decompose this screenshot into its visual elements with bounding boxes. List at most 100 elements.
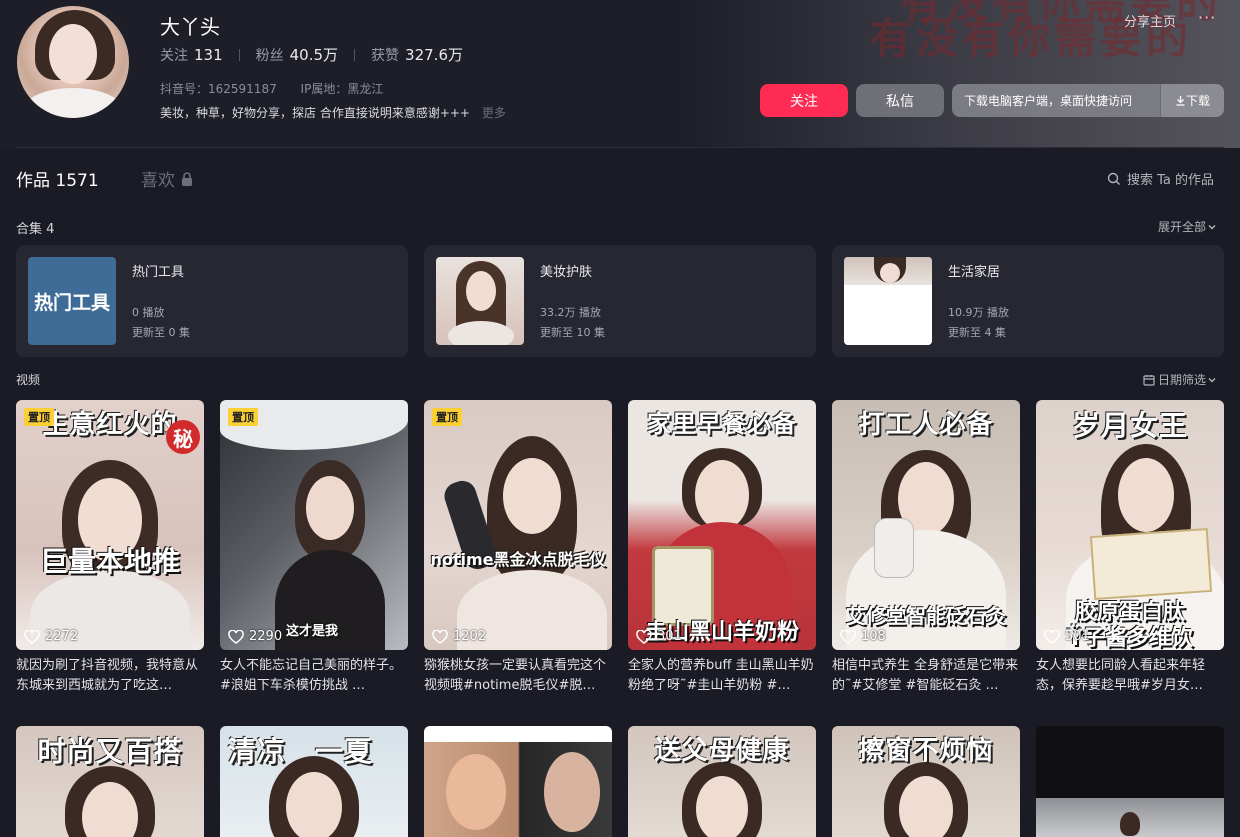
video-description[interactable]: 全家人的营养buff 圭山黑山羊奶粉绝了呀˜#圭山羊奶粉 #… [628, 656, 816, 696]
video-likes-count: 2290 [249, 629, 283, 644]
collection-updated: 更新至 10 集 [540, 326, 605, 339]
video-description[interactable]: 相信中式养生 全身舒适是它带来的˜#艾修堂 #智能砭石灸 … [832, 656, 1020, 696]
collection-updated: 更新至 4 集 [948, 326, 1006, 339]
collection-card[interactable]: 美妆护肤 33.2万 播放 更新至 10 集 [424, 245, 816, 357]
collection-plays: 10.9万 播放 [948, 306, 1009, 319]
video-caption-top: 清凉 一夏 [228, 735, 374, 768]
video-thumbnail[interactable]: 这才是我 置顶 2290 [220, 400, 408, 650]
collection-plays: 33.2万 播放 [540, 306, 601, 319]
date-filter-button[interactable]: 日期筛选 [1143, 371, 1218, 388]
stats-divider [238, 48, 240, 61]
video-card[interactable]: notime黑金冰点脱毛仪 置顶 1202 猕猴桃女孩一定要认真看完这个视频哦#… [424, 400, 612, 696]
video-caption-mid: 巨量本地推 [39, 545, 180, 578]
video-thumbnail[interactable]: 生意红火的 秘 巨量本地推 置顶 2272 [16, 400, 204, 650]
heart-icon [636, 629, 652, 644]
followers-label[interactable]: 粉丝 [256, 45, 284, 65]
video-card[interactable]: 送父母健康 [628, 726, 816, 837]
calendar-icon [1143, 374, 1155, 386]
tab-likes[interactable]: 喜欢 [141, 166, 193, 191]
video-thumbnail[interactable]: notime黑金冰点脱毛仪 置顶 1202 [424, 400, 612, 650]
heart-icon [24, 629, 40, 644]
follow-button[interactable]: 关注 [760, 84, 848, 117]
collection-updated: 更新至 0 集 [132, 326, 190, 339]
download-label: 下载 [1185, 94, 1210, 108]
profile-stats: 关注 131 粉丝 40.5万 获赞 327.6万 [160, 44, 463, 65]
video-description[interactable]: 女人想要比同龄人看起来年轻态，保养要趁早哦#岁月女… [1036, 656, 1224, 696]
profile-ids: 抖音号：162591187 IP属地：黑龙江 [160, 80, 383, 97]
video-likes-count: 301 [657, 629, 682, 644]
collection-thumbnail [844, 257, 932, 345]
video-thumbnail[interactable]: 送父母健康 [628, 726, 816, 837]
heart-icon [840, 629, 856, 644]
video-likes-count: 108 [861, 629, 886, 644]
bio-more-link[interactable]: 更多 [482, 106, 506, 120]
avatar[interactable] [17, 6, 129, 118]
video-card[interactable]: 清凉 一夏 [220, 726, 408, 837]
video-thumbnail[interactable]: 打工人必备 艾修堂智能砭石灸 108 [832, 400, 1020, 650]
likes-label: 获赞 [371, 47, 400, 64]
profile-bio: 美妆，种草，好物分享，探店 合作直接说明来意感谢+++ 更多 [160, 104, 506, 121]
video-description[interactable]: 猕猴桃女孩一定要认真看完这个视频哦#notime脱毛仪#脱… [424, 656, 612, 696]
video-caption-top: 送父母健康 [654, 736, 790, 766]
video-card[interactable]: 打工人必备 艾修堂智能砭石灸 108 相信中式养生 全身舒适是它带来的˜#艾修堂… [832, 400, 1020, 696]
video-caption-mid: 艾修堂智能砭石灸 [846, 604, 1006, 628]
download-button[interactable]: 下载 [1160, 84, 1224, 117]
tab-works[interactable]: 作品 1571 [16, 166, 99, 191]
video-card[interactable]: 生意红火的 秘 巨量本地推 置顶 2272 就因为刷了抖音视频，我特意从东城来到… [16, 400, 204, 696]
video-thumbnail[interactable]: 时尚又百搭 [16, 726, 204, 837]
video-likes: 2290 [228, 629, 282, 644]
video-likes: 2272 [24, 629, 78, 644]
video-card[interactable]: 家里早餐必备 圭山黑山羊奶粉 301 全家人的营养buff 圭山黑山羊奶粉绝了呀… [628, 400, 816, 696]
video-thumbnail[interactable]: 清凉 一夏 [220, 726, 408, 837]
likes-count: 327.6万 [405, 46, 463, 64]
video-thumbnail[interactable] [1036, 726, 1224, 837]
video-likes-count: 1202 [453, 629, 487, 644]
following-count[interactable]: 131 [194, 46, 223, 64]
collection-card[interactable]: 生活家居 10.9万 播放 更新至 4 集 [832, 245, 1224, 357]
download-client-text: 下载电脑客户端，桌面快捷访问 [964, 94, 1133, 108]
video-caption-mid: notime黑金冰点脱毛仪 [430, 550, 606, 569]
pinned-badge: 置顶 [228, 408, 258, 426]
video-thumbnail[interactable] [424, 726, 612, 837]
video-card[interactable] [424, 726, 612, 837]
ip-location: IP属地：黑龙江 [300, 82, 384, 96]
video-card[interactable]: 时尚又百搭 [16, 726, 204, 837]
douyin-id: 抖音号：162591187 [160, 82, 277, 96]
following-label[interactable]: 关注 [160, 45, 188, 65]
video-description[interactable]: 女人不能忘记自己美丽的样子。#浪姐下车杀模仿挑战 … [220, 656, 408, 696]
video-card[interactable]: 这才是我 置顶 2290 女人不能忘记自己美丽的样子。#浪姐下车杀模仿挑战 … [220, 400, 408, 696]
share-profile-link[interactable]: 分享主页 [1124, 11, 1176, 30]
date-filter-label: 日期筛选 [1158, 373, 1207, 387]
heart-icon [228, 629, 244, 644]
video-caption-top: 打工人必备 [858, 410, 994, 440]
pinned-badge: 置顶 [24, 408, 54, 426]
stats-divider [354, 48, 356, 61]
video-caption-top: 时尚又百搭 [37, 735, 183, 768]
header-divider [16, 147, 1224, 148]
expand-all-button[interactable]: 展开全部 [1158, 218, 1218, 235]
video-description[interactable]: 就因为刷了抖音视频，我特意从东城来到西城就为了吃这… [16, 656, 204, 696]
search-works-button[interactable]: 搜索 Ta 的作品 [1107, 169, 1214, 188]
collections-label: 合集 4 [16, 222, 55, 237]
more-menu-icon[interactable]: ··· [1198, 8, 1216, 27]
collection-card[interactable]: 热门工具 热门工具 0 播放 更新至 0 集 [16, 245, 408, 357]
video-caption-top: 岁月女王 [1071, 409, 1188, 442]
collection-thumbnail [436, 257, 524, 345]
download-client-banner[interactable]: 下载电脑客户端，桌面快捷访问 下载 [952, 84, 1224, 117]
search-works-label: 搜索 Ta 的作品 [1127, 173, 1215, 188]
heart-icon [432, 629, 448, 644]
video-caption-mid: 这才是我 [286, 624, 339, 639]
video-card[interactable] [1036, 726, 1224, 837]
video-thumbnail[interactable]: 擦窗不烦恼 [832, 726, 1020, 837]
download-icon [1176, 96, 1185, 106]
collection-plays: 0 播放 [132, 306, 165, 319]
video-card[interactable]: 擦窗不烦恼 [832, 726, 1020, 837]
video-caption-top: 擦窗不烦恼 [858, 736, 994, 766]
video-thumbnail[interactable]: 岁月女王 胶原蛋白肽 Ÿ子酱多维饮 501 [1036, 400, 1224, 650]
expand-all-label: 展开全部 [1158, 220, 1207, 234]
video-card[interactable]: 岁月女王 胶原蛋白肽 Ÿ子酱多维饮 501 女人想要比同龄人看起来年轻态，保养要… [1036, 400, 1224, 696]
message-button[interactable]: 私信 [856, 84, 944, 117]
video-thumbnail[interactable]: 家里早餐必备 圭山黑山羊奶粉 301 [628, 400, 816, 650]
followers-count[interactable]: 40.5万 [290, 44, 338, 65]
video-likes-count: 2272 [45, 629, 79, 644]
